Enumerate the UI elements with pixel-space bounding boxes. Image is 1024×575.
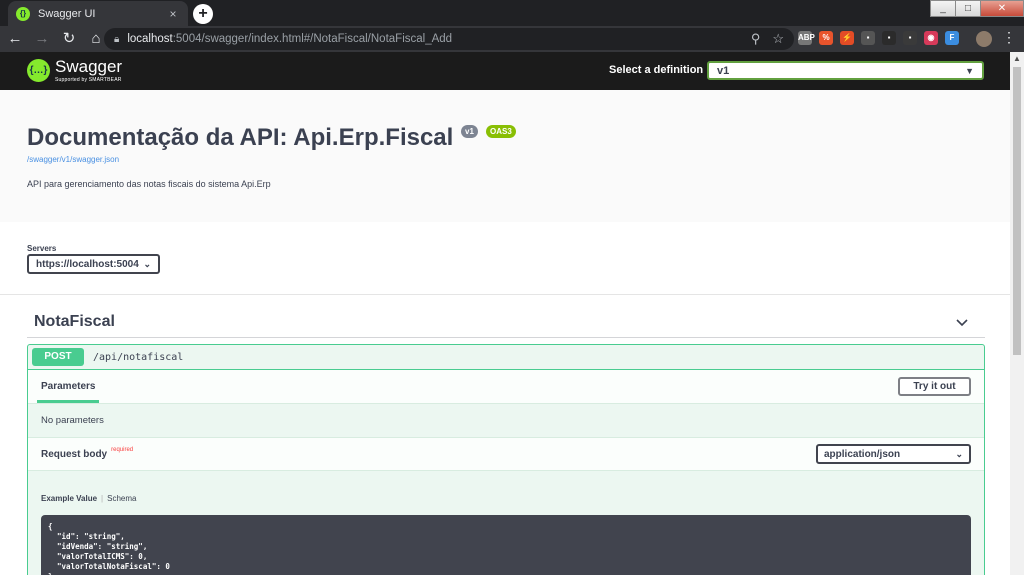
lock-icon: 🔒︎ (114, 33, 120, 45)
zoom-icon[interactable]: ⚲ (751, 31, 761, 47)
swagger-logo-subtitle: Supported by SMARTBEAR (55, 77, 122, 83)
reload-icon[interactable]: ↻ (57, 27, 81, 51)
extensions-row: ABP % ⚡ ▪ ▪ ▪ ◉ F (798, 31, 959, 45)
window-close-button[interactable]: ✕ (980, 0, 1024, 17)
scrollbar-thumb[interactable] (1013, 67, 1021, 355)
content-type-value: application/json (824, 448, 901, 460)
api-info-section: Documentação da API: Api.Erp.Fiscal v1 O… (0, 90, 1010, 222)
dark-extension-icon-2[interactable]: ▪ (903, 31, 917, 45)
browser-tab-swagger[interactable]: {} Swagger UI × (8, 1, 188, 26)
dark-extension-icon[interactable]: ▪ (882, 31, 896, 45)
parameters-header: Parameters Try it out (28, 370, 984, 404)
swagger-logo-name: Swagger (55, 57, 123, 76)
bookmark-star-icon[interactable]: ☆ (772, 31, 784, 47)
spec-json-link[interactable]: /swagger/v1/swagger.json (27, 155, 119, 164)
example-json-code: { "id": "string", "idVenda": "string", "… (41, 515, 971, 575)
swagger-favicon-icon: {} (16, 6, 30, 21)
forward-arrow-icon[interactable]: → (30, 27, 54, 51)
tab-parameters[interactable]: Parameters (36, 370, 101, 404)
browser-toolbar: ← → ↻ ⌂ 🔒︎ localhost :5004/swagger/index… (0, 26, 1024, 52)
tab-title: Swagger UI (38, 7, 96, 20)
chevron-down-icon: ⌄ (143, 258, 151, 269)
swagger-logo[interactable]: {…} Swagger Supported by SMARTBEAR (27, 58, 122, 83)
operation-block-post: POST /api/notafiscal Parameters Try it o… (27, 344, 985, 575)
profile-avatar[interactable] (976, 31, 992, 47)
content-type-select[interactable]: application/json ⌄ (816, 444, 971, 464)
servers-section: Servers https://localhost:5004 ⌄ (0, 222, 1010, 295)
address-bar[interactable]: 🔒︎ localhost :5004/swagger/index.html#/N… (104, 28, 794, 50)
try-it-out-button[interactable]: Try it out (898, 377, 971, 396)
required-marker: required (111, 447, 134, 453)
version-badge: v1 (461, 125, 478, 138)
window-minimize-button[interactable]: _ (930, 0, 956, 17)
browser-tabstrip: {} Swagger UI × + _ □ ✕ (0, 0, 1024, 26)
definition-select-value: v1 (717, 64, 730, 77)
operation-path: /api/notafiscal (93, 351, 184, 363)
scroll-up-arrow-icon[interactable]: ▲ (1010, 52, 1024, 66)
no-parameters-text: No parameters (41, 415, 104, 426)
request-body-header: Request body required application/json ⌄ (28, 437, 984, 471)
http-method-badge: POST (32, 348, 84, 366)
adblock-extension-icon[interactable]: ABP (798, 31, 815, 45)
servers-label: Servers (27, 244, 57, 253)
definition-label: Select a definition (609, 64, 704, 76)
swagger-topbar: {…} Swagger Supported by SMARTBEAR Selec… (0, 52, 1010, 90)
tag-header-notafiscal[interactable]: NotaFiscal (27, 307, 985, 338)
page-viewport: {…} Swagger Supported by SMARTBEAR Selec… (0, 52, 1010, 575)
window-maximize-button[interactable]: □ (955, 0, 981, 17)
gray-extension-icon[interactable]: ▪ (861, 31, 875, 45)
server-select-value: https://localhost:5004 (36, 258, 139, 270)
server-select[interactable]: https://localhost:5004 ⌄ (27, 254, 160, 274)
new-tab-button[interactable]: + (193, 4, 213, 24)
page-scrollbar[interactable]: ▲ (1010, 52, 1024, 575)
url-host: localhost (127, 33, 173, 45)
tab-schema[interactable]: Schema (107, 494, 136, 503)
chevron-down-icon: ▼ (965, 65, 974, 76)
oas-badge: OAS3 (486, 125, 516, 138)
window-controls: _ □ ✕ (930, 0, 1024, 18)
tag-name: NotaFiscal (34, 313, 115, 330)
browser-menu-icon[interactable]: ⋮ (1000, 29, 1018, 46)
request-body-label: Request body (41, 448, 108, 460)
percent-extension-icon[interactable]: % (819, 31, 833, 45)
red-extension-icon[interactable]: ⚡ (840, 31, 854, 45)
pink-extension-icon[interactable]: ◉ (924, 31, 938, 45)
back-arrow-icon[interactable]: ← (3, 27, 27, 51)
swagger-logo-icon: {…} (27, 59, 50, 82)
tab-separator: | (101, 494, 104, 503)
api-title: Documentação da API: Api.Erp.Fiscal (27, 124, 454, 151)
url-path: :5004/swagger/index.html#/NotaFiscal/Not… (172, 33, 453, 45)
definition-select[interactable]: v1 ▼ (707, 61, 984, 80)
operation-summary[interactable]: POST /api/notafiscal (28, 345, 984, 370)
api-description: API para gerenciamento das notas fiscais… (27, 179, 271, 189)
collapse-chevron-icon[interactable] (956, 316, 968, 328)
blue-extension-icon[interactable]: F (945, 31, 959, 45)
chevron-down-icon: ⌄ (955, 448, 963, 459)
tab-example-value[interactable]: Example Value (41, 494, 97, 503)
example-tabs: Example Value | Schema (28, 481, 984, 505)
tab-close-icon[interactable]: × (166, 7, 180, 21)
